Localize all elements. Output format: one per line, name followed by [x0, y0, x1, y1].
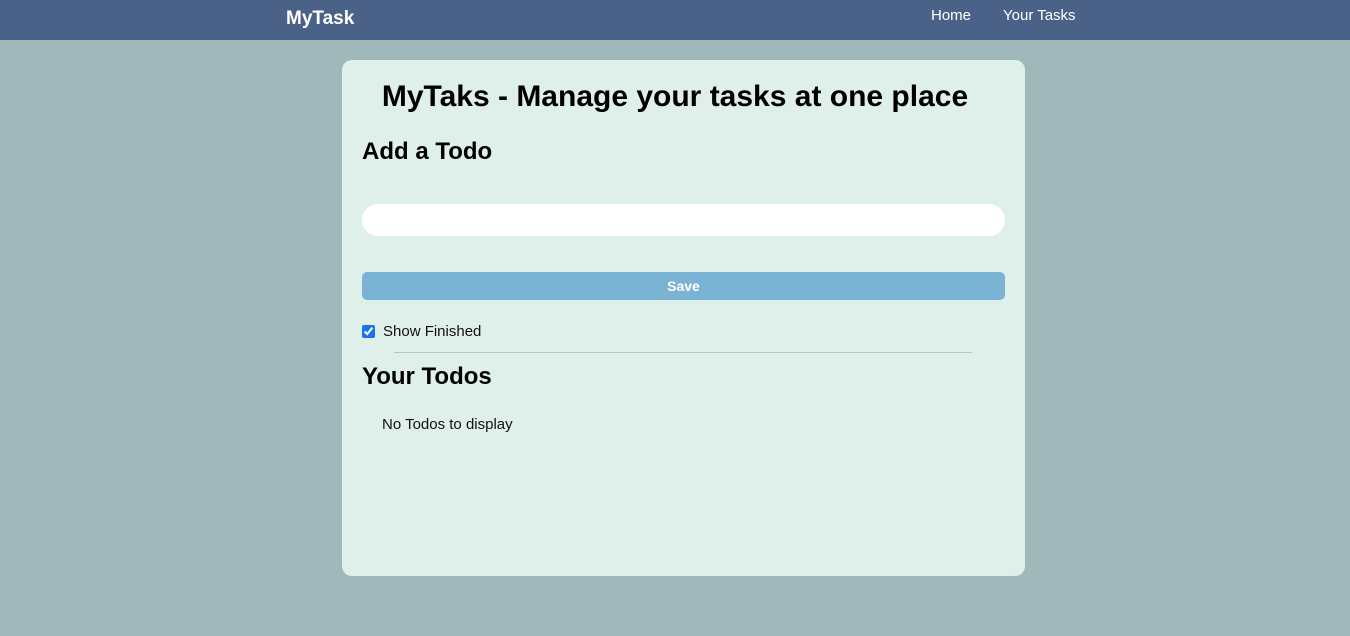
- show-finished-checkbox[interactable]: [362, 325, 375, 338]
- navbar: MyTask Home Your Tasks: [0, 0, 1350, 40]
- nav-link-home[interactable]: Home: [931, 7, 971, 24]
- divider: [394, 352, 972, 353]
- your-todos-heading: Your Todos: [362, 363, 492, 390]
- show-finished-toggle[interactable]: Show Finished: [362, 323, 481, 340]
- empty-todos-message: No Todos to display: [382, 416, 513, 433]
- show-finished-label: Show Finished: [383, 323, 482, 340]
- todo-input[interactable]: [362, 204, 1005, 236]
- nav-link-your-tasks[interactable]: Your Tasks: [1003, 7, 1076, 24]
- nav-links: Home Your Tasks: [931, 7, 1076, 24]
- brand-logo[interactable]: MyTask: [286, 8, 354, 30]
- page-title: MyTaks - Manage your tasks at one place: [381, 80, 969, 113]
- save-button[interactable]: Save: [362, 272, 1005, 300]
- add-todo-heading: Add a Todo: [362, 138, 493, 165]
